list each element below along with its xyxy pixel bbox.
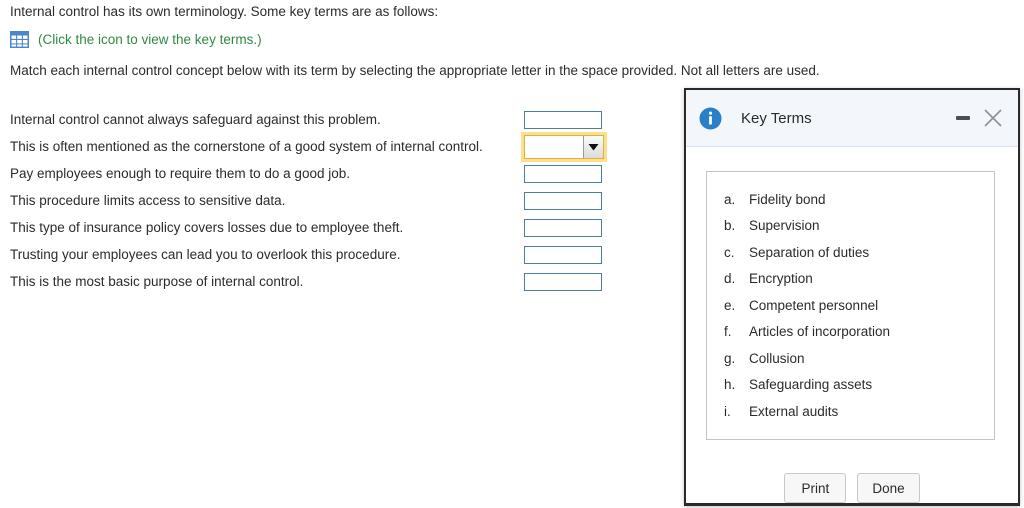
matching-row: Trusting your employees can lead you to … <box>0 245 660 272</box>
view-key-terms-link[interactable]: (Click the icon to view the key terms.) <box>38 32 262 47</box>
dialog-title: Key Terms <box>741 109 812 127</box>
key-term-name: Supervision <box>749 218 820 234</box>
chevron-down-icon[interactable] <box>583 136 603 158</box>
key-term-letter: h. <box>724 377 736 393</box>
key-term-item: d. Encryption <box>707 266 994 293</box>
matching-question-list: Internal control cannot always safeguard… <box>0 110 660 299</box>
answer-input[interactable] <box>524 219 602 237</box>
key-term-name: Separation of duties <box>749 244 870 260</box>
key-term-letter: c. <box>724 244 735 260</box>
matching-row-label: Internal control cannot always safeguard… <box>10 112 381 127</box>
answer-input[interactable] <box>524 165 602 183</box>
key-terms-dialog: Key Terms a. Fidelity bond b. Supervision c.… <box>684 88 1020 506</box>
key-term-name: Safeguarding assets <box>749 377 873 393</box>
key-term-item: f. Articles of incorporation <box>707 319 994 346</box>
matching-row-label: Trusting your employees can lead you to … <box>10 247 401 262</box>
key-term-letter: d. <box>724 271 736 287</box>
key-term-item: e. Competent personnel <box>707 292 994 319</box>
matching-row-label: This is the most basic purpose of intern… <box>10 274 304 289</box>
key-term-letter: e. <box>724 297 736 313</box>
matching-row-label: This procedure limits access to sensitiv… <box>10 193 286 208</box>
info-circle-icon <box>699 107 722 130</box>
key-term-name: Fidelity bond <box>749 191 826 207</box>
matching-row: This type of insurance policy covers los… <box>0 218 660 245</box>
dialog-body: a. Fidelity bond b. Supervision c. Separation… <box>686 147 1018 459</box>
close-icon[interactable] <box>978 103 1008 133</box>
matching-row-label: Pay employees enough to require them to … <box>10 166 350 181</box>
intro-sentence-1: Internal control has its own terminology… <box>10 4 439 19</box>
answer-input[interactable] <box>524 246 602 264</box>
minimize-icon[interactable] <box>948 103 978 133</box>
answer-input[interactable] <box>524 192 602 210</box>
matching-row-label: This is often mentioned as the cornersto… <box>10 139 483 154</box>
key-term-item: g. Collusion <box>707 345 994 372</box>
answer-input[interactable] <box>524 111 602 129</box>
matching-row-label: This type of insurance policy covers los… <box>10 220 404 235</box>
key-term-item: b. Supervision <box>707 213 994 240</box>
key-term-letter: a. <box>724 191 736 207</box>
instructions-sentence: Match each internal control concept belo… <box>10 63 820 78</box>
key-term-item: c. Separation of duties <box>707 239 994 266</box>
key-term-item: a. Fidelity bond <box>707 186 994 213</box>
key-term-name: Competent personnel <box>749 297 879 313</box>
key-term-item: i. External audits <box>707 398 994 425</box>
key-term-name: External audits <box>749 403 839 419</box>
answer-input[interactable] <box>524 273 602 291</box>
key-terms-icon-link-row[interactable]: (Click the icon to view the key terms.) <box>10 31 262 48</box>
dialog-title-bar: Key Terms <box>686 90 1018 147</box>
matching-row: This is the most basic purpose of intern… <box>0 272 660 299</box>
key-term-name: Encryption <box>749 271 813 287</box>
matching-row: This is often mentioned as the cornersto… <box>0 132 660 164</box>
key-term-item: h. Safeguarding assets <box>707 372 994 399</box>
key-term-letter: f. <box>724 324 732 340</box>
done-button[interactable]: Done <box>857 473 920 503</box>
key-term-letter: g. <box>724 350 736 366</box>
matching-row: Pay employees enough to require them to … <box>0 164 660 191</box>
dialog-footer: Print Done <box>686 459 1018 503</box>
answer-dropdown-focused[interactable] <box>521 132 607 162</box>
matching-row: This procedure limits access to sensitiv… <box>0 191 660 218</box>
key-term-name: Collusion <box>749 350 805 366</box>
print-button[interactable]: Print <box>784 473 847 503</box>
key-terms-list: a. Fidelity bond b. Supervision c. Separation… <box>706 171 995 440</box>
key-term-name: Articles of incorporation <box>749 324 891 340</box>
matching-row: Internal control cannot always safeguard… <box>0 110 660 137</box>
table-grid-icon[interactable] <box>10 31 29 48</box>
key-term-letter: b. <box>724 218 736 234</box>
key-term-letter: i. <box>724 403 731 419</box>
